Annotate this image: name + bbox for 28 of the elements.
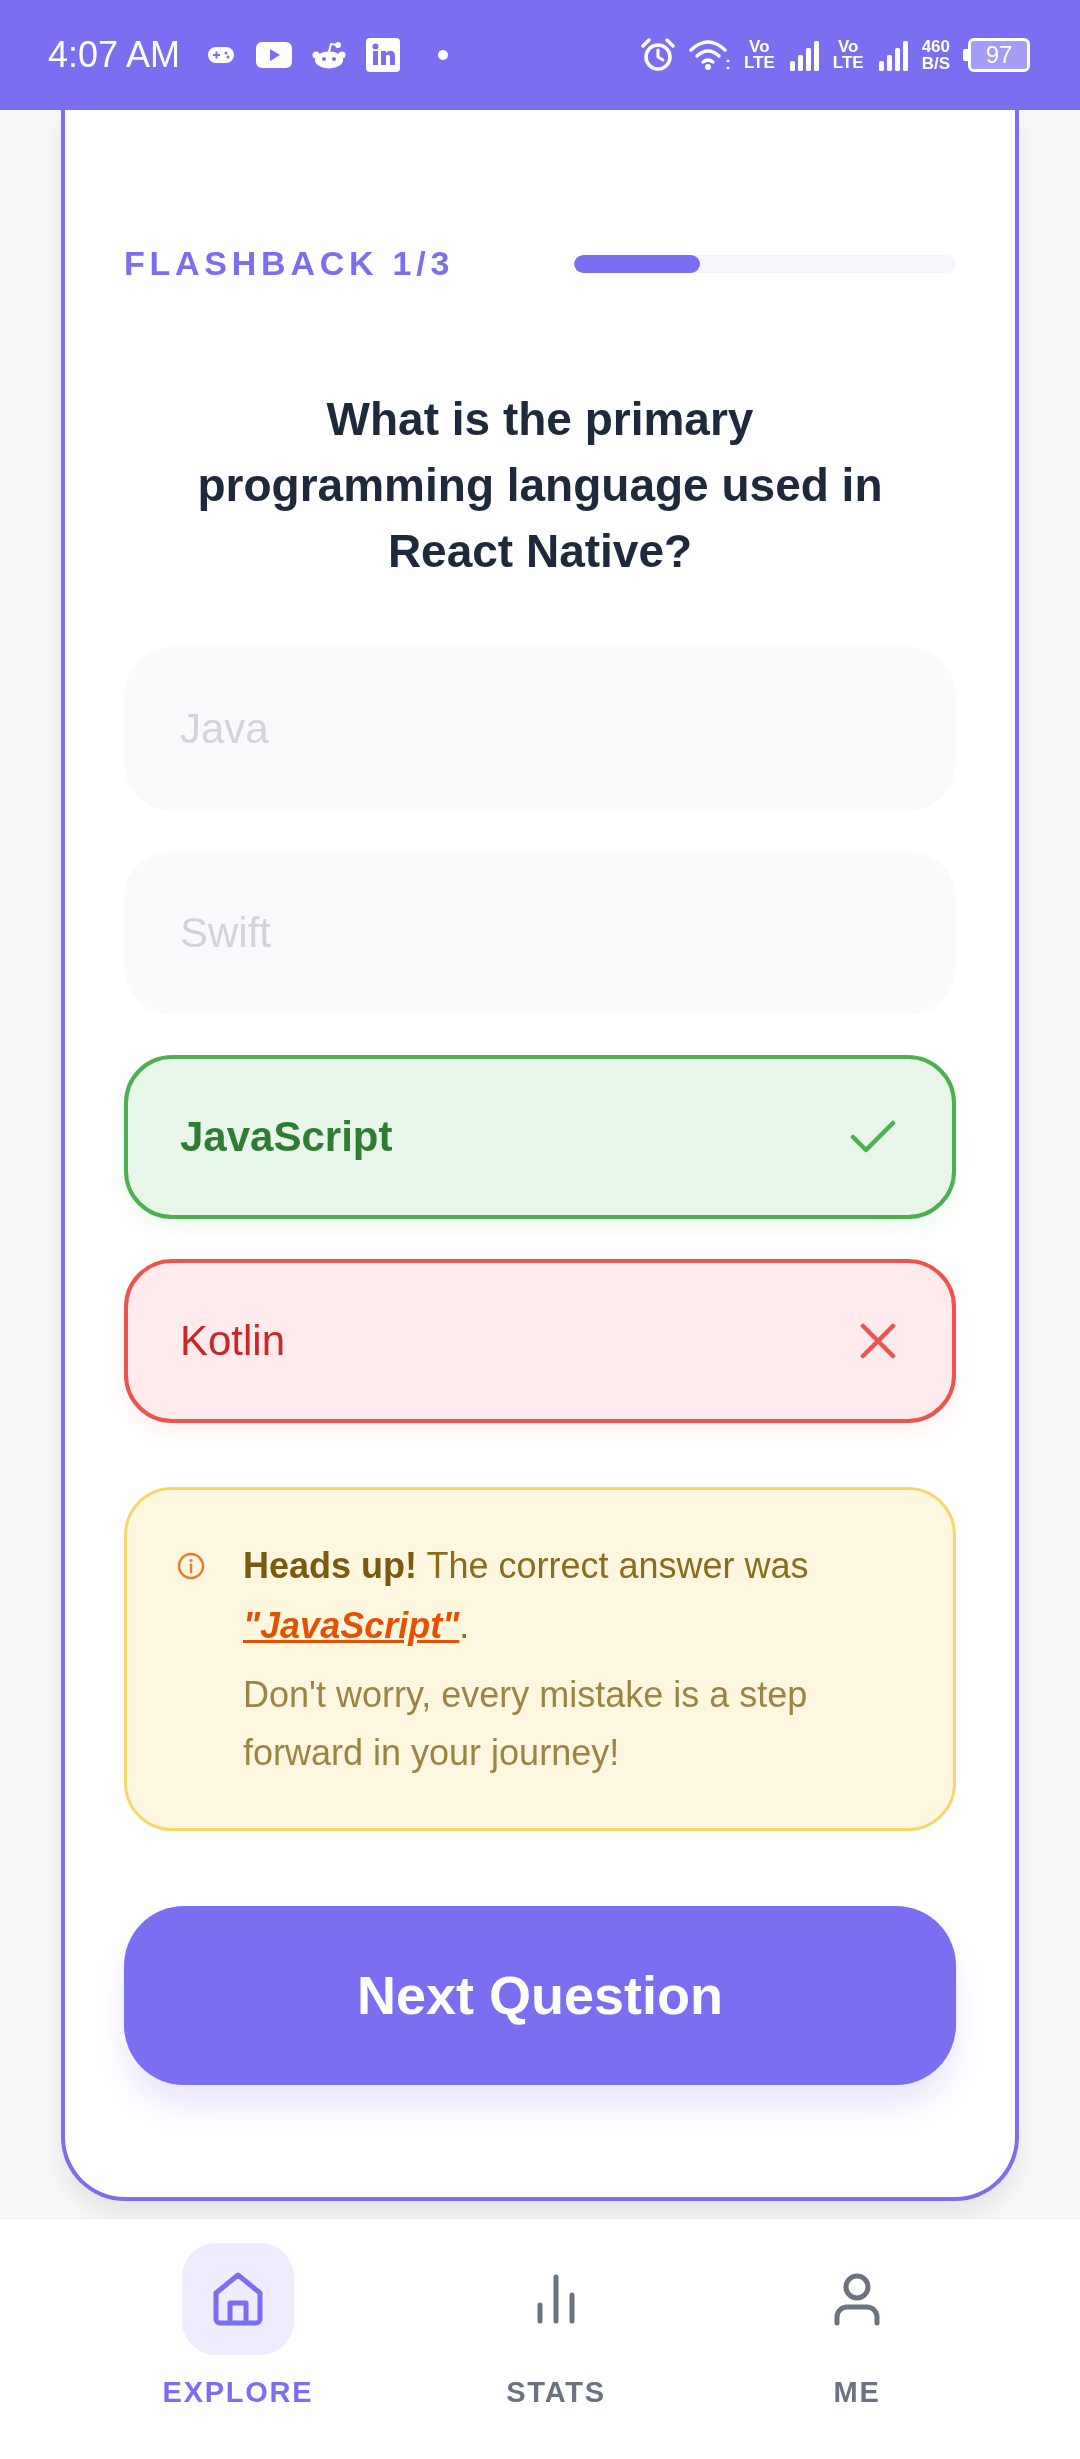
gamepad-icon — [208, 46, 235, 64]
encouragement-text: Don't worry, every mistake is a step forward in your journey! — [243, 1673, 809, 1775]
nav-tab[interactable]: EXPLORE — [138, 2219, 338, 2409]
info-icon — [177, 1552, 205, 1580]
data-speed-label: 460 B/S — [921, 38, 950, 72]
notice-message: Heads up! The correct answer was "JavaScript". — [243, 1544, 810, 1648]
status-time: 4:07 AM — [48, 37, 181, 73]
linkedin-icon — [366, 38, 401, 72]
play-button-icon — [256, 42, 293, 68]
next-question-button[interactable]: Next Question — [124, 1906, 956, 2085]
signal-icon — [876, 39, 909, 71]
volte-label: Vo LTE — [832, 38, 864, 72]
alarm-clock-icon — [639, 37, 676, 73]
home-icon — [182, 2243, 294, 2355]
close-icon — [860, 1323, 896, 1359]
check-icon — [850, 1120, 896, 1154]
volte-label: Vo LTE — [743, 38, 775, 72]
battery-indicator: 97 — [963, 38, 1030, 72]
nav-tab[interactable]: STATS — [456, 2219, 656, 2409]
question-text: What is the primary programming language used in React Native? — [196, 392, 884, 579]
nav-tab[interactable]: ME — [757, 2219, 957, 2409]
answer-option[interactable]: JavaScript — [124, 1055, 956, 1219]
signal-icon — [787, 39, 820, 71]
notification-dot-icon — [438, 50, 449, 60]
wifi-icon — [688, 39, 731, 71]
quiz-progress-label: FLASHBACK 1/3 — [124, 245, 455, 282]
alien-head-icon — [312, 41, 347, 69]
answer-option[interactable]: Kotlin — [124, 1259, 956, 1423]
